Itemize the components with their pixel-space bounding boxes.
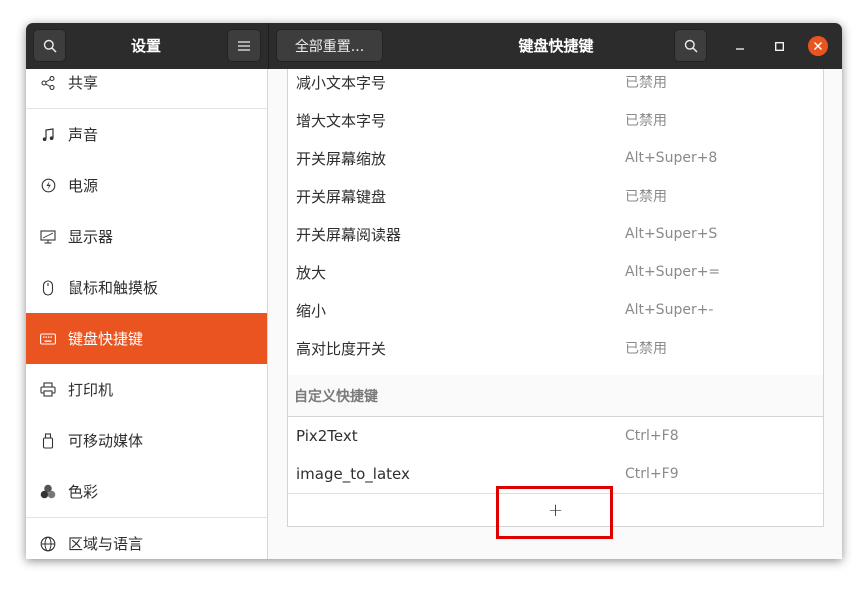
close-button[interactable] [808, 36, 828, 56]
hamburger-menu-icon [238, 40, 250, 51]
shortcut-row[interactable]: 减小文本字号 已禁用 [288, 63, 823, 101]
shortcut-row[interactable]: 缩小 Alt+Super+- [288, 291, 823, 329]
sidebar-item-label: 显示器 [68, 228, 114, 246]
shortcut-accel: Alt+Super+= [625, 264, 721, 280]
music-note-icon [40, 127, 56, 143]
shortcut-name: 开关屏幕阅读器 [296, 225, 402, 244]
custom-shortcut-row[interactable]: image_to_latex Ctrl+F9 [288, 455, 823, 493]
shortcut-name: 缩小 [296, 301, 327, 320]
power-icon [40, 178, 56, 194]
shortcut-row[interactable]: 增大文本字号 已禁用 [288, 101, 823, 139]
shortcut-name: 放大 [296, 263, 327, 282]
sidebar-item-label: 色彩 [68, 483, 99, 501]
share-icon [40, 75, 56, 91]
sidebar-item-sharing[interactable]: 共享 [26, 69, 267, 108]
custom-shortcuts-header: 自定义快捷键 [288, 375, 823, 417]
sidebar-item-displays[interactable]: 显示器 [26, 211, 267, 262]
shortcut-row[interactable]: 放大 Alt+Super+= [288, 253, 823, 291]
reset-all-button[interactable]: 全部重置... [276, 29, 383, 62]
minimize-button[interactable] [730, 36, 750, 56]
search-icon [684, 39, 698, 53]
sidebar-item-label: 鼠标和触摸板 [68, 279, 159, 297]
shortcut-name: 开关屏幕缩放 [296, 149, 387, 168]
shortcut-accel: Ctrl+F9 [625, 466, 679, 482]
keyboard-icon [40, 331, 56, 347]
color-icon [40, 484, 56, 500]
shortcut-search-button[interactable] [674, 29, 707, 62]
shortcut-name: 增大文本字号 [296, 111, 387, 130]
sidebar-item-label: 电源 [68, 177, 99, 195]
settings-window: 设置 全部重置... 键盘快捷键 共享 声音 电源 显示器 鼠标和触摸板 键盘快… [26, 23, 842, 559]
shortcut-accel: Alt+Super+S [625, 226, 718, 242]
close-icon [814, 42, 822, 50]
sidebar-item-mouse-touchpad[interactable]: 鼠标和触摸板 [26, 262, 267, 313]
sidebar-item-power[interactable]: 电源 [26, 160, 267, 211]
sidebar-title: 设置 [130, 37, 161, 55]
sidebar-item-printers[interactable]: 打印机 [26, 364, 267, 415]
shortcut-row[interactable]: 高对比度开关 已禁用 [288, 329, 823, 367]
header-divider [268, 23, 269, 69]
shortcut-name: 开关屏幕键盘 [296, 187, 387, 206]
sidebar-item-label: 共享 [68, 74, 99, 92]
shortcut-accel: Alt+Super+- [625, 302, 714, 318]
printer-icon [40, 382, 56, 398]
sidebar-item-color[interactable]: 色彩 [26, 466, 267, 517]
shortcut-list: 减小文本字号 已禁用 增大文本字号 已禁用 开关屏幕缩放 Alt+Super+8… [287, 69, 824, 527]
shortcut-name: Pix2Text [296, 427, 358, 445]
shortcut-row[interactable]: 开关屏幕缩放 Alt+Super+8 [288, 139, 823, 177]
sidebar-item-region-language[interactable]: 区域与语言 [26, 518, 267, 559]
minimize-icon [736, 48, 744, 50]
shortcut-accel: 已禁用 [625, 75, 667, 91]
shortcut-accel: Ctrl+F8 [625, 428, 679, 444]
shortcut-accel: 已禁用 [625, 189, 667, 205]
sidebar: 共享 声音 电源 显示器 鼠标和触摸板 键盘快捷键 打印机 可移动媒体 色彩 区… [26, 69, 268, 559]
removable-media-icon [40, 432, 56, 449]
display-icon [40, 229, 56, 245]
shortcut-row[interactable]: 开关屏幕键盘 已禁用 [288, 177, 823, 215]
sidebar-search-button[interactable] [33, 29, 66, 62]
mouse-icon [40, 279, 56, 296]
sidebar-item-sound[interactable]: 声音 [26, 109, 267, 160]
maximize-button[interactable] [769, 36, 789, 56]
shortcut-accel: 已禁用 [625, 113, 667, 129]
search-icon [43, 39, 57, 53]
sidebar-item-label: 可移动媒体 [68, 432, 144, 450]
shortcut-name: 高对比度开关 [296, 339, 387, 358]
sidebar-item-label: 声音 [68, 126, 99, 144]
maximize-icon [774, 41, 784, 51]
shortcut-name: 减小文本字号 [296, 73, 387, 92]
shortcuts-content: 减小文本字号 已禁用 增大文本字号 已禁用 开关屏幕缩放 Alt+Super+8… [268, 69, 842, 559]
shortcut-accel: 已禁用 [625, 341, 667, 357]
globe-icon [40, 536, 56, 552]
sidebar-item-label: 键盘快捷键 [68, 330, 144, 348]
shortcut-name: image_to_latex [296, 465, 410, 483]
sidebar-item-label: 打印机 [68, 381, 114, 399]
shortcut-row[interactable]: 开关屏幕阅读器 Alt+Super+S [288, 215, 823, 253]
sidebar-item-keyboard-shortcuts[interactable]: 键盘快捷键 [26, 313, 267, 364]
menu-button[interactable] [227, 29, 261, 62]
sidebar-item-removable-media[interactable]: 可移动媒体 [26, 415, 267, 466]
shortcut-accel: Alt+Super+8 [625, 150, 718, 166]
add-custom-shortcut-button[interactable]: + [288, 493, 823, 526]
plus-icon: + [547, 499, 564, 521]
custom-shortcut-row[interactable]: Pix2Text Ctrl+F8 [288, 417, 823, 455]
sidebar-item-label: 区域与语言 [68, 535, 144, 553]
